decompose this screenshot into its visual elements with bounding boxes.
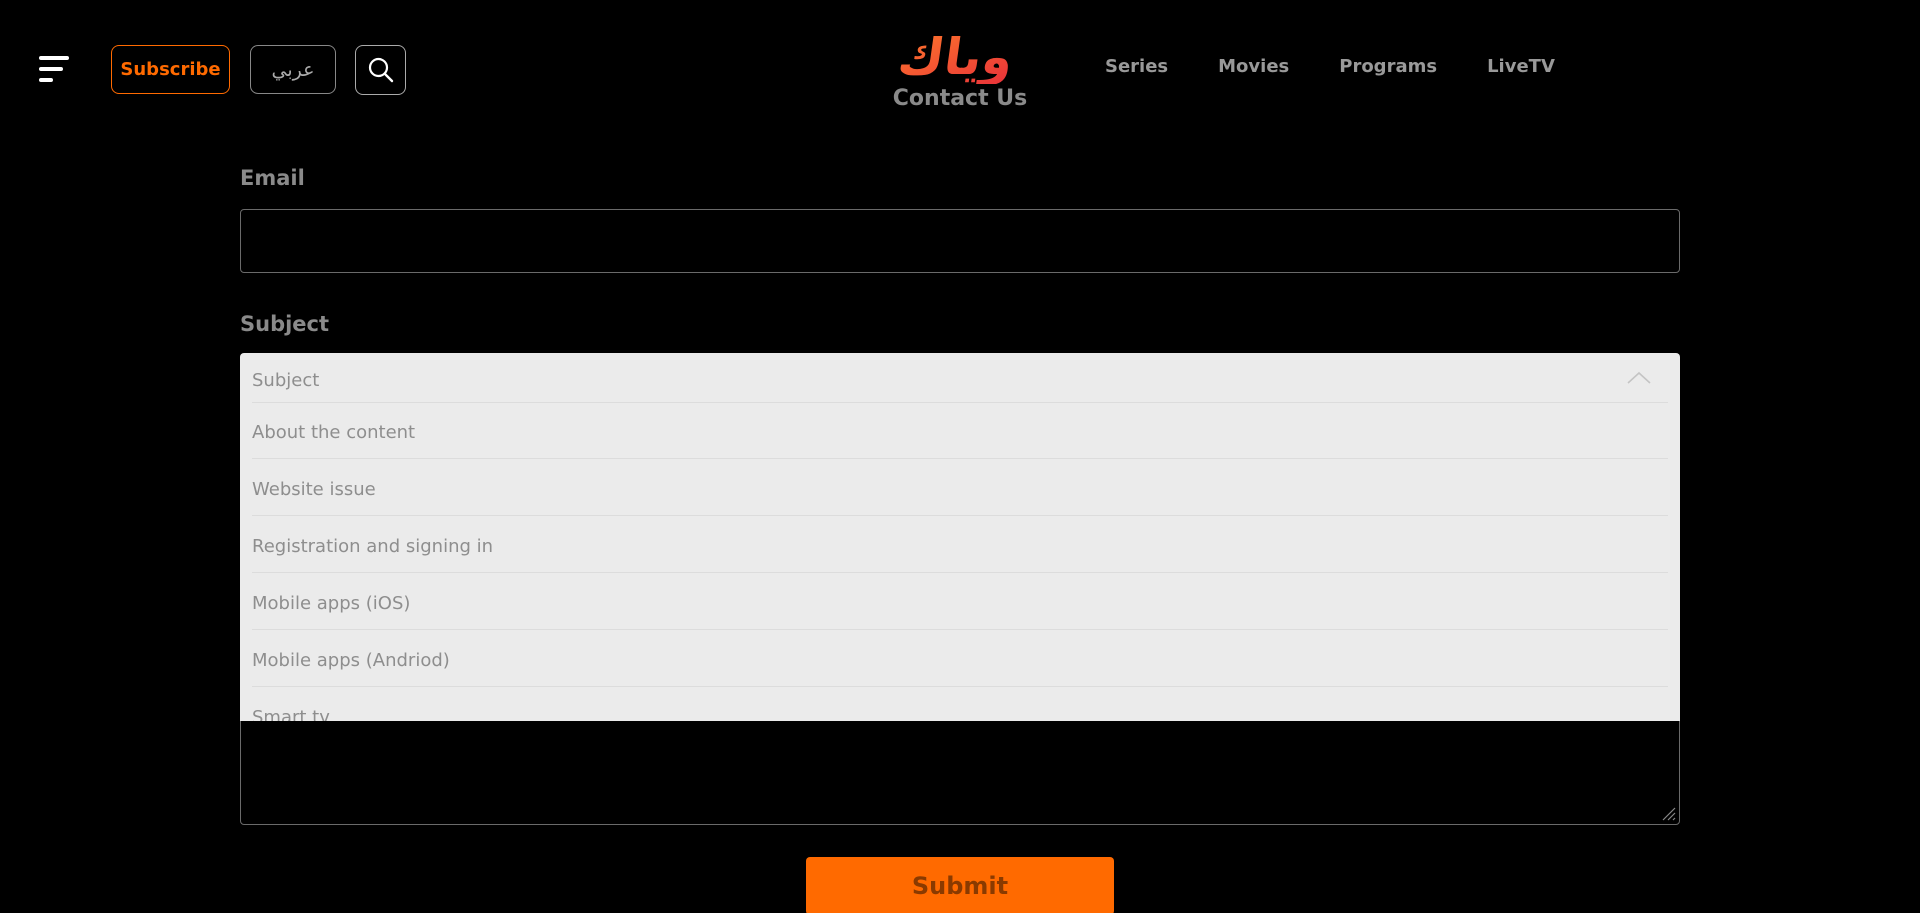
subject-placeholder: Subject (252, 370, 320, 391)
nav-item-movies[interactable]: Movies (1218, 56, 1289, 77)
resize-handle-icon[interactable] (1660, 805, 1676, 821)
subject-option-ios[interactable]: Mobile apps (iOS) (252, 573, 1668, 630)
nav-item-livetv[interactable]: LiveTV (1487, 56, 1555, 77)
email-label: Email (240, 166, 305, 190)
logo-text: وياك (900, 28, 1017, 84)
nav-item-programs[interactable]: Programs (1339, 56, 1437, 77)
hamburger-menu-icon[interactable] (39, 56, 69, 82)
subject-option-registration[interactable]: Registration and signing in (252, 516, 1668, 573)
subject-label: Subject (240, 312, 330, 336)
search-button[interactable] (355, 45, 406, 95)
page-title: Contact Us (892, 86, 1028, 111)
subscribe-button[interactable]: Subscribe (111, 45, 230, 94)
language-toggle-button[interactable]: عربي (250, 45, 336, 94)
submit-button[interactable]: Submit (806, 857, 1114, 913)
brand-logo[interactable]: وياك (900, 28, 1020, 84)
subject-option-content[interactable]: About the content (252, 402, 1668, 459)
main-nav: Series Movies Programs LiveTV (1105, 56, 1605, 77)
nav-item-series[interactable]: Series (1105, 56, 1168, 77)
subject-options-list: About the content Website issue Registra… (252, 402, 1668, 721)
subject-option-website[interactable]: Website issue (252, 459, 1668, 516)
subject-dropdown[interactable]: Subject About the content Website issue … (240, 353, 1680, 721)
search-icon (368, 57, 393, 83)
email-field[interactable] (240, 209, 1680, 273)
subject-option-smart-tv[interactable]: Smart tv (252, 687, 1668, 721)
chevron-up-icon[interactable] (1626, 371, 1652, 385)
subject-option-android[interactable]: Mobile apps (Andriod) (252, 630, 1668, 687)
contact-page: Subscribe عربي وياك Contact Us Series Mo… (0, 0, 1920, 913)
subject-select[interactable]: Subject (252, 353, 1668, 403)
